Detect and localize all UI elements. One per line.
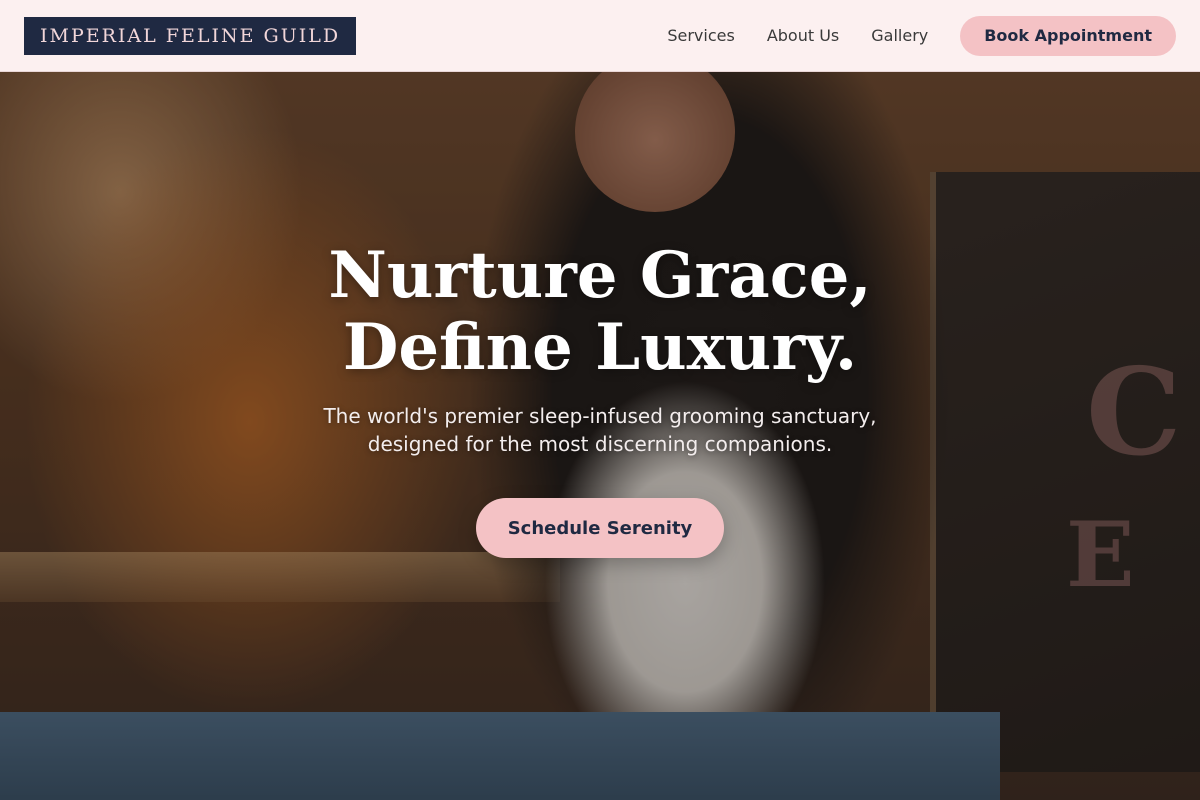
nav-link-gallery[interactable]: Gallery bbox=[871, 26, 928, 45]
main-nav: Services About Us Gallery Book Appointme… bbox=[667, 15, 1176, 56]
hero-section: C E Nurture Grace, Define Luxury. The wo… bbox=[0, 72, 1200, 800]
hero-subtitle-line-1: The world's premier sleep-infused groomi… bbox=[323, 404, 877, 428]
site-header: IMPERIAL FELINE GUILD Services About Us … bbox=[0, 0, 1200, 72]
hero-title-line-1: Nurture Grace, bbox=[328, 238, 872, 313]
schedule-serenity-button[interactable]: Schedule Serenity bbox=[476, 498, 724, 558]
logo-text: IMPERIAL FELINE GUILD bbox=[40, 24, 341, 47]
hero-content: Nurture Grace, Define Luxury. The world'… bbox=[0, 72, 1200, 800]
hero-subtitle-line-2: designed for the most discerning compani… bbox=[367, 432, 833, 456]
hero-subtitle: The world's premier sleep-infused groomi… bbox=[300, 402, 900, 458]
hero-title: Nurture Grace, Define Luxury. bbox=[0, 240, 1200, 384]
site-logo[interactable]: IMPERIAL FELINE GUILD bbox=[24, 16, 357, 55]
book-appointment-button[interactable]: Book Appointment bbox=[960, 15, 1176, 56]
nav-link-about-us[interactable]: About Us bbox=[767, 26, 839, 45]
hero-title-line-2: Define Luxury. bbox=[342, 310, 858, 385]
nav-link-services[interactable]: Services bbox=[667, 26, 734, 45]
